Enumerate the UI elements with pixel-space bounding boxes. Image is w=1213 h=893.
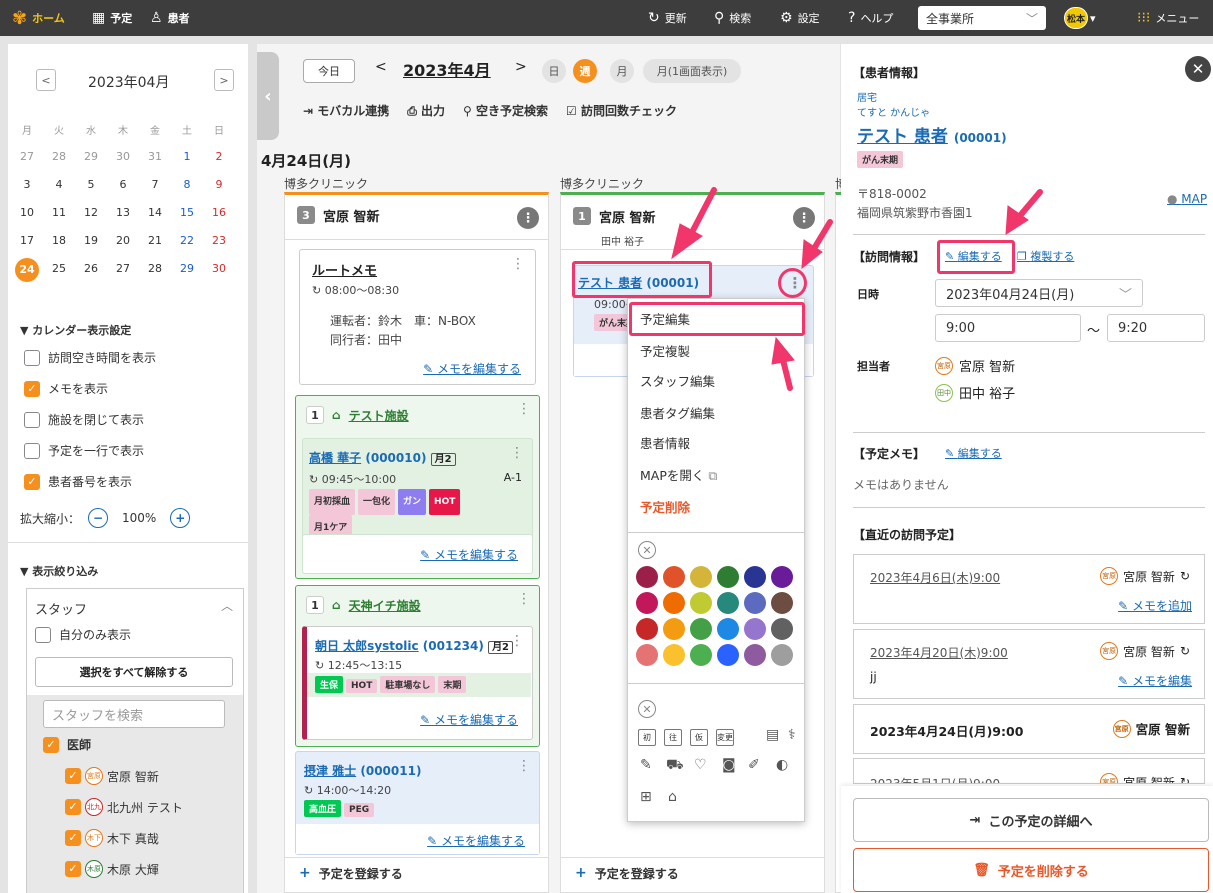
annotation-arrows [671, 187, 1043, 391]
